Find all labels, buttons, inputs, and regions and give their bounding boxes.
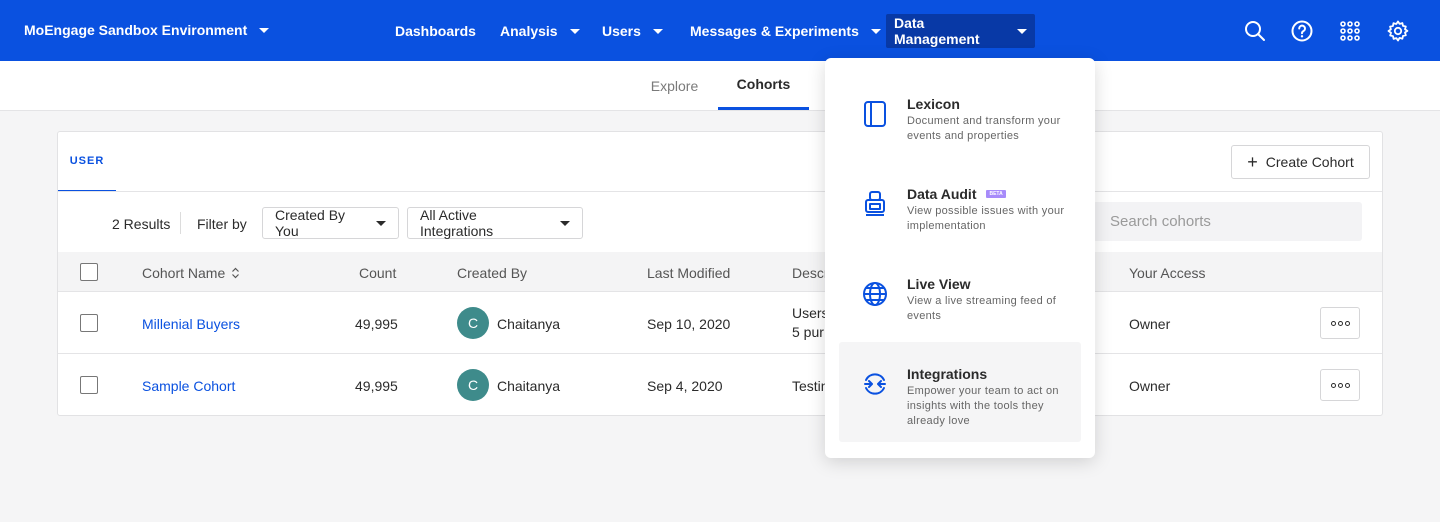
column-last-modified: Last Modified <box>647 265 731 281</box>
top-bar: MoEngage Sandbox Environment Dashboards … <box>0 0 1440 61</box>
column-cohort-name[interactable]: Cohort Name <box>142 265 240 281</box>
nav-users[interactable]: Users <box>594 14 671 48</box>
row-actions-button[interactable] <box>1320 307 1360 339</box>
chevron-down-icon <box>652 28 663 34</box>
create-cohort-button[interactable]: + Create Cohort <box>1231 145 1370 179</box>
chevron-down-icon <box>259 27 270 33</box>
settings-icon[interactable] <box>1386 19 1410 43</box>
table-header: Cohort Name Count Created By Last Modifi… <box>58 252 1382 292</box>
chevron-down-icon <box>376 220 386 226</box>
row-checkbox[interactable] <box>80 376 98 394</box>
row-checkbox[interactable] <box>80 314 98 332</box>
access-level: Owner <box>1129 378 1171 394</box>
integrations-icon <box>864 373 886 395</box>
select-all-checkbox[interactable] <box>80 263 98 281</box>
help-icon[interactable] <box>1290 19 1314 43</box>
cohort-count: 49,995 <box>355 316 398 332</box>
created-by-filter[interactable]: Created By You <box>262 207 399 239</box>
search-input[interactable]: Search cohorts <box>1093 202 1362 241</box>
tab-divider <box>58 191 1382 192</box>
column-count: Count <box>359 265 397 281</box>
results-count: 2 Results <box>112 216 171 232</box>
description-line-1: Testin <box>792 378 829 394</box>
data-management-menu: Lexicon Document and transform your even… <box>825 58 1095 458</box>
cohort-name-link[interactable]: Millenial Buyers <box>142 316 240 332</box>
tab-explore[interactable]: Explore <box>631 61 718 110</box>
sub-navigation: Explore Cohorts <box>0 61 1440 111</box>
chevron-down-icon <box>1017 28 1027 34</box>
cohort-name-link[interactable]: Sample Cohort <box>142 378 235 394</box>
book-icon <box>864 101 886 127</box>
sort-icon <box>232 267 240 279</box>
tab-user[interactable]: USER <box>58 132 116 192</box>
integrations-filter[interactable]: All Active Integrations <box>407 207 583 239</box>
menu-item-data-audit[interactable]: Data Audit BETA View possible issues wit… <box>839 174 1081 274</box>
chevron-down-icon <box>870 28 881 34</box>
filter-label: Filter by <box>197 216 247 232</box>
menu-item-lexicon[interactable]: Lexicon Document and transform your even… <box>839 84 1081 184</box>
last-modified-date: Sep 10, 2020 <box>647 316 731 332</box>
avatar: C <box>457 369 489 401</box>
table-row: Millenial Buyers 49,995 C Chaitanya Sep … <box>58 292 1382 354</box>
column-description: Descr <box>792 265 829 281</box>
filter-divider <box>180 212 181 234</box>
nav-messages-experiments[interactable]: Messages & Experiments <box>682 14 889 48</box>
created-by-name: Chaitanya <box>497 378 561 394</box>
beta-badge: BETA <box>986 190 1006 198</box>
chevron-down-icon <box>560 220 570 226</box>
column-created-by: Created By <box>457 265 528 281</box>
last-modified-date: Sep 4, 2020 <box>647 378 723 394</box>
access-level: Owner <box>1129 316 1171 332</box>
chevron-down-icon <box>569 28 580 34</box>
environment-selector[interactable]: MoEngage Sandbox Environment <box>24 22 270 38</box>
description-line-2: 5 pur <box>792 324 824 340</box>
nav-data-management[interactable]: Data Management <box>886 14 1035 48</box>
audit-icon <box>865 191 885 216</box>
apps-grid-icon[interactable] <box>1338 19 1362 43</box>
description-line-1: Users <box>792 305 829 321</box>
environment-name: MoEngage Sandbox Environment <box>24 22 248 38</box>
tab-cohorts[interactable]: Cohorts <box>718 61 809 110</box>
column-your-access: Your Access <box>1129 265 1206 281</box>
cohort-count: 49,995 <box>355 378 398 394</box>
created-by-name: Chaitanya <box>497 316 561 332</box>
avatar: C <box>457 307 489 339</box>
cohorts-card: USER + Create Cohort 2 Results Filter by… <box>57 131 1383 416</box>
table-row: Sample Cohort 49,995 C Chaitanya Sep 4, … <box>58 354 1382 416</box>
nav-dashboards[interactable]: Dashboards <box>387 14 484 48</box>
search-icon[interactable] <box>1243 19 1267 43</box>
row-actions-button[interactable] <box>1320 369 1360 401</box>
plus-icon: + <box>1247 152 1258 172</box>
menu-item-integrations[interactable]: Integrations Empower your team to act on… <box>839 342 1081 442</box>
nav-analysis[interactable]: Analysis <box>492 14 588 48</box>
globe-icon <box>863 282 887 306</box>
